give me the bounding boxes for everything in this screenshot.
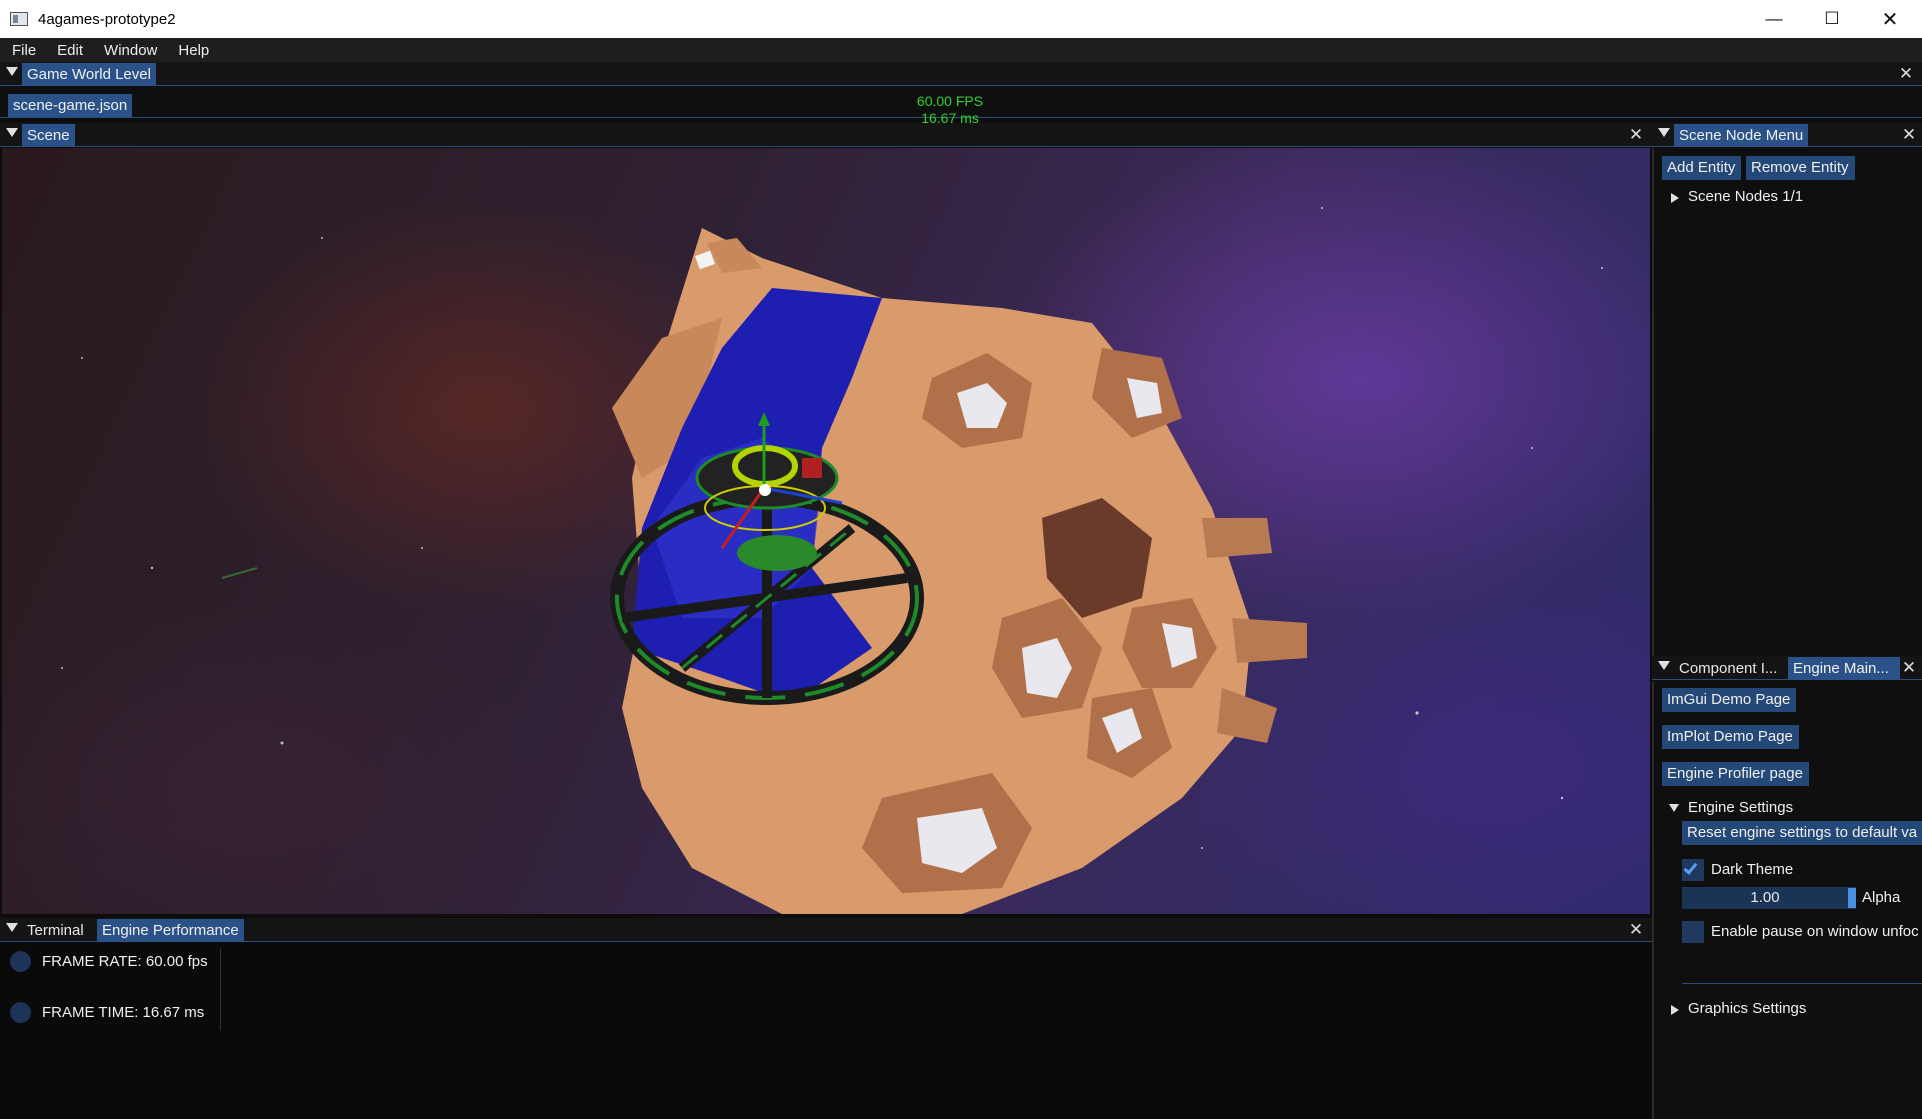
- close-window-button[interactable]: ✕: [1861, 0, 1919, 38]
- collapse-arrow-icon[interactable]: [1669, 804, 1679, 812]
- pause-unfocus-checkbox[interactable]: [1682, 921, 1704, 943]
- scene-header: Scene ✕: [0, 123, 1652, 147]
- frame-time-row: FRAME TIME: 16.67 ms: [10, 1002, 204, 1023]
- expand-arrow-icon[interactable]: [1671, 1005, 1679, 1015]
- close-icon[interactable]: ✕: [1627, 921, 1645, 939]
- status-dot-icon: [10, 951, 31, 972]
- tab-component-inspector[interactable]: Component I...: [1674, 657, 1788, 680]
- menu-edit[interactable]: Edit: [45, 42, 92, 59]
- game-world-header: Game World Level ✕: [0, 62, 1922, 86]
- alpha-slider[interactable]: 1.00: [1682, 887, 1856, 909]
- close-icon[interactable]: ✕: [1627, 126, 1645, 144]
- engine-settings-section[interactable]: Engine Settings: [1688, 799, 1793, 816]
- frame-rate-text: FRAME RATE: 60.00 fps: [42, 953, 208, 970]
- scene-nodes-tree[interactable]: Scene Nodes 1/1: [1688, 188, 1803, 205]
- collapse-triangle-icon[interactable]: [6, 923, 18, 932]
- tab-scene[interactable]: Scene: [22, 124, 75, 147]
- menu-bar: File Edit Window Help: [0, 38, 1922, 62]
- pause-unfocus-label: Enable pause on window unfoc: [1711, 923, 1919, 940]
- dark-theme-label: Dark Theme: [1711, 861, 1794, 878]
- implot-demo-button[interactable]: ImPlot Demo Page: [1662, 725, 1799, 749]
- tab-scene-game-json[interactable]: scene-game.json: [8, 94, 133, 117]
- asteroid-model: [612, 228, 1307, 914]
- tab-terminal[interactable]: Terminal: [22, 919, 89, 942]
- menu-file[interactable]: File: [0, 42, 45, 59]
- tab-scene-node-menu[interactable]: Scene Node Menu: [1674, 124, 1809, 147]
- fps-value: 60.00 FPS: [916, 93, 984, 109]
- tab-engine-performance[interactable]: Engine Performance: [97, 919, 244, 942]
- imgui-demo-button[interactable]: ImGui Demo Page: [1662, 688, 1797, 712]
- scene-node-menu-panel: Add Entity Remove Entity Scene Nodes 1/1: [1652, 148, 1922, 656]
- tab-engine-main[interactable]: Engine Main...: [1788, 657, 1900, 680]
- graphics-settings-section[interactable]: Graphics Settings: [1688, 1000, 1806, 1017]
- menu-window[interactable]: Window: [92, 42, 166, 59]
- app-icon: [10, 12, 28, 26]
- fps-overlay: 60.00 FPS 16.67 ms: [900, 93, 1000, 127]
- reset-engine-settings-button[interactable]: Reset engine settings to default va: [1682, 821, 1922, 845]
- collapse-triangle-icon[interactable]: [1658, 661, 1670, 670]
- frame-time-text: FRAME TIME: 16.67 ms: [42, 1004, 205, 1021]
- minimize-button[interactable]: —: [1745, 0, 1803, 38]
- bottom-panel-header: Terminal Engine Performance ✕: [0, 918, 1652, 942]
- collapse-triangle-icon[interactable]: [6, 67, 18, 76]
- checkmark-icon: [1683, 860, 1698, 875]
- maximize-button[interactable]: ☐: [1803, 0, 1861, 38]
- add-entity-button[interactable]: Add Entity: [1662, 156, 1742, 180]
- close-icon[interactable]: ✕: [1900, 659, 1918, 677]
- window-title: 4agames-prototype2: [38, 10, 176, 28]
- close-icon[interactable]: ✕: [1900, 126, 1918, 144]
- scene-node-menu-header: Scene Node Menu ✕: [1652, 123, 1922, 147]
- engine-profiler-button[interactable]: Engine Profiler page: [1662, 762, 1809, 786]
- game-world-body: scene-game.json 60.00 FPS 16.67 ms: [0, 86, 1922, 126]
- engine-main-panel: ImGui Demo Page ImPlot Demo Page Engine …: [1652, 681, 1922, 1119]
- collapse-triangle-icon[interactable]: [1658, 128, 1670, 137]
- scene-viewport[interactable]: [2, 148, 1650, 914]
- remove-entity-button[interactable]: Remove Entity: [1746, 156, 1855, 180]
- dark-theme-checkbox[interactable]: [1682, 859, 1704, 881]
- alpha-slider-grab[interactable]: [1848, 888, 1856, 908]
- frame-rate-row: FRAME RATE: 60.00 fps: [10, 951, 208, 972]
- separator: [1682, 983, 1922, 984]
- window-titlebar: 4agames-prototype2 — ☐ ✕: [0, 0, 1922, 38]
- status-dot-icon: [10, 1002, 31, 1023]
- tab-game-world-level[interactable]: Game World Level: [22, 63, 156, 86]
- menu-help[interactable]: Help: [166, 42, 218, 59]
- alpha-label: Alpha: [1862, 889, 1901, 906]
- close-icon[interactable]: ✕: [1897, 65, 1915, 83]
- engine-performance-panel: FRAME RATE: 60.00 fps FRAME TIME: 16.67 …: [0, 943, 1652, 1119]
- scene-render: [61, 207, 1603, 914]
- engine-main-header: Component I... Engine Main... ✕: [1652, 656, 1922, 680]
- separator: [220, 948, 221, 1030]
- alpha-value: 1.00: [1750, 889, 1780, 906]
- collapse-triangle-icon[interactable]: [6, 128, 18, 137]
- expand-arrow-icon[interactable]: [1671, 193, 1679, 203]
